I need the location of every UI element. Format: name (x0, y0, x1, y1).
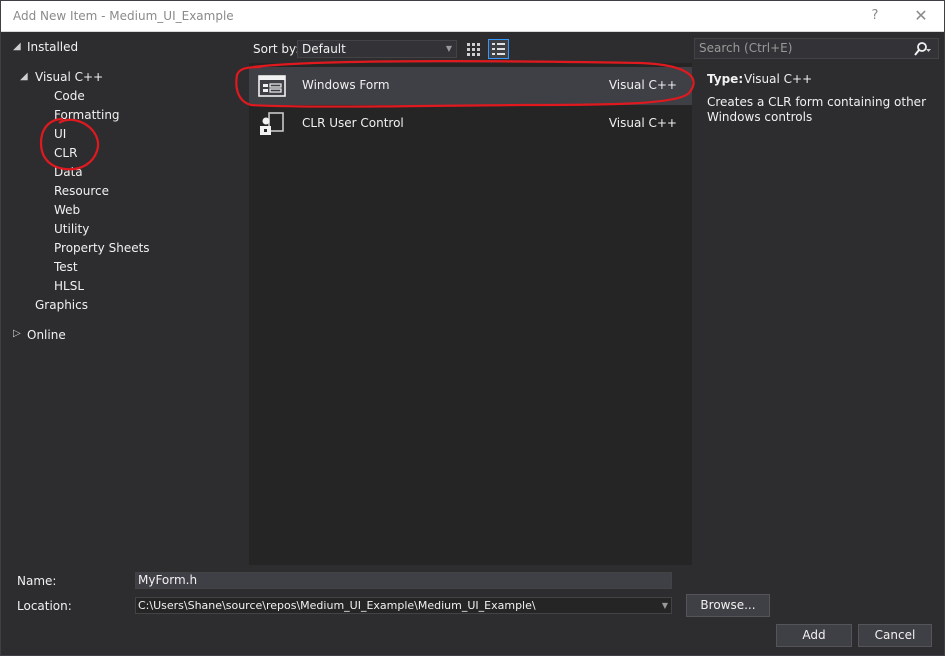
location-value: C:\Users\Shane\source\repos\Medium_UI_Ex… (138, 599, 536, 612)
template-description: Creates a CLR form containing other Wind… (707, 95, 926, 124)
tree-item-visual-cpp[interactable]: Visual C++ (35, 70, 103, 84)
cancel-button[interactable]: Cancel (858, 624, 932, 647)
tree-item-online[interactable]: Online (27, 328, 66, 342)
name-label: Name: (17, 574, 57, 588)
tree-item-code[interactable]: Code (54, 89, 85, 103)
tree-item-property-sheets[interactable]: Property Sheets (54, 241, 150, 255)
grid-view-icon (467, 43, 480, 56)
location-field[interactable]: C:\Users\Shane\source\repos\Medium_UI_Ex… (135, 597, 672, 614)
sort-by-value: Default (302, 42, 346, 56)
add-button[interactable]: Add (776, 624, 852, 647)
windows-form-icon (258, 75, 286, 97)
add-new-item-dialog: Add New Item - Medium_UI_Example ? ✕ ◢ I… (0, 0, 945, 656)
list-view-button[interactable] (488, 39, 509, 59)
search-placeholder: Search (Ctrl+E) (699, 41, 793, 55)
user-control-icon (260, 112, 284, 135)
tree-item-clr[interactable]: CLR (54, 146, 77, 160)
tree-item-web[interactable]: Web (54, 203, 80, 217)
tree-item-data[interactable]: Data (54, 165, 83, 179)
close-button[interactable]: ✕ (908, 5, 934, 27)
tree-item-resource[interactable]: Resource (54, 184, 109, 198)
browse-button[interactable]: Browse... (686, 594, 770, 617)
sort-by-dropdown[interactable]: Default ▼ (297, 40, 457, 58)
tree-item-hlsl[interactable]: HLSL (54, 279, 84, 293)
template-list: Windows Form Visual C++ CLR User Control… (249, 63, 692, 565)
window-title: Add New Item - Medium_UI_Example (13, 9, 234, 23)
chevron-down-icon: ▼ (445, 44, 452, 53)
type-label: Type: (707, 72, 744, 86)
template-language: Visual C++ (608, 78, 677, 92)
title-bar: Add New Item - Medium_UI_Example ? ✕ (1, 1, 944, 32)
sort-by-label: Sort by: (253, 42, 300, 56)
grid-view-button[interactable] (463, 39, 483, 59)
expanded-arrow-icon[interactable]: ◢ (20, 71, 28, 82)
template-row-clr-user-control[interactable]: CLR User Control Visual C++ (249, 105, 692, 143)
collapsed-arrow-icon[interactable]: ▷ (13, 328, 21, 339)
list-view-icon (492, 43, 505, 55)
template-language: Visual C++ (608, 116, 677, 130)
template-row-windows-form[interactable]: Windows Form Visual C++ (249, 67, 692, 105)
type-value: Visual C++ (744, 72, 813, 86)
search-input[interactable]: Search (Ctrl+E) (694, 38, 939, 59)
tree-item-test[interactable]: Test (54, 260, 78, 274)
name-field[interactable]: MyForm.h (135, 572, 672, 589)
tree-item-formatting[interactable]: Formatting (54, 108, 120, 122)
tree-item-installed[interactable]: Installed (27, 40, 78, 54)
tree-item-graphics[interactable]: Graphics (35, 298, 88, 312)
chevron-down-icon[interactable]: ▼ (662, 598, 668, 613)
expanded-arrow-icon[interactable]: ◢ (13, 41, 21, 52)
tree-item-ui[interactable]: UI (54, 127, 66, 141)
template-name: CLR User Control (302, 116, 404, 130)
tree-item-utility[interactable]: Utility (54, 222, 89, 236)
location-label: Location: (17, 599, 72, 613)
template-name: Windows Form (302, 78, 390, 92)
search-icon[interactable] (914, 41, 932, 57)
help-button[interactable]: ? (863, 6, 887, 26)
